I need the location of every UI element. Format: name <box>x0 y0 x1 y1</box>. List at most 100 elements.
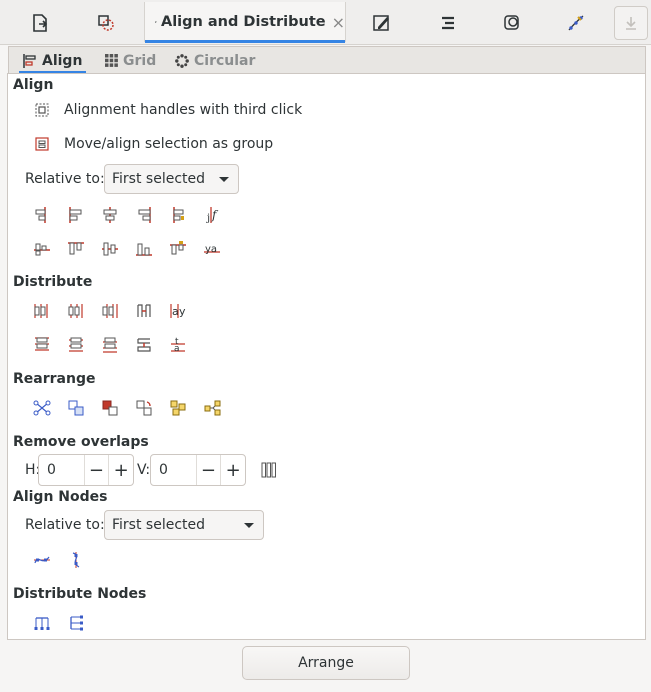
arrange-button[interactable]: Arrange <box>242 646 410 680</box>
option-alignment-handles[interactable]: Alignment handles with third click <box>34 102 302 118</box>
subtab-circular[interactable]: Circular <box>175 47 255 74</box>
v-gap-value[interactable]: 0 <box>151 462 196 478</box>
remove-overlaps-icon <box>261 462 276 478</box>
randomize-positions-button[interactable] <box>161 394 195 422</box>
circular-icon <box>175 53 189 68</box>
align-left-to-right-edge-button[interactable] <box>161 201 195 229</box>
section-title-align-nodes: Align Nodes <box>13 489 108 505</box>
subtab-circular-label: Circular <box>194 52 256 69</box>
section-title-distribute: Distribute <box>13 274 93 290</box>
nodes-horizontal-icon <box>34 556 50 564</box>
distribute-nodes-row <box>25 609 93 637</box>
exchange-selection-order-button[interactable] <box>59 394 93 422</box>
distribute-centers-horizontal-button[interactable] <box>59 297 93 325</box>
align-top-to-bottom-edge-button[interactable] <box>161 235 195 263</box>
svg-text:a: a <box>174 344 180 354</box>
h-gap-value[interactable]: 0 <box>39 462 84 478</box>
section-title-remove-overlaps: Remove overlaps <box>13 434 149 450</box>
nodes-relative-to-value: First selected <box>112 517 206 533</box>
nodes-relative-to-combo[interactable]: First selected <box>104 510 264 540</box>
align-left-edges-button[interactable] <box>59 201 93 229</box>
distribute-bottom-edges-button[interactable] <box>93 331 127 359</box>
distribute-right-icon <box>102 304 118 318</box>
center-vertical-axis-button[interactable] <box>93 201 127 229</box>
align-bottom-edges-button[interactable] <box>127 235 161 263</box>
h-gap-increment-button[interactable]: + <box>108 455 133 485</box>
distribute-right-edges-button[interactable] <box>93 297 127 325</box>
transform-icon <box>98 15 114 31</box>
align-text-anchors-horizontal-button[interactable]: fj <box>195 201 229 229</box>
move-group-icon <box>35 137 49 151</box>
v-gap-increment-button[interactable]: + <box>220 455 245 485</box>
h-gap-decrement-button[interactable]: − <box>83 455 109 485</box>
svg-text:j: j <box>206 213 210 224</box>
randomize-icon <box>170 400 186 416</box>
distribute-row-2: ta <box>25 331 195 359</box>
distribute-row-1: ay <box>25 297 195 325</box>
relative-to-combo[interactable]: First selected <box>104 164 239 194</box>
align-left-anchor-icon <box>173 207 184 223</box>
subtab-grid[interactable]: Grid <box>105 47 156 74</box>
chevron-down-icon <box>244 523 254 528</box>
align-baselines-button[interactable]: ya <box>195 235 229 263</box>
dock-tab-path-effects[interactable] <box>556 6 596 40</box>
align-nodes-row <box>25 546 93 574</box>
subtab-grid-label: Grid <box>123 52 157 69</box>
dock-tab-transform[interactable] <box>86 6 126 40</box>
distribute-centers-vertical-button[interactable] <box>59 331 93 359</box>
graph-layout-button[interactable] <box>25 394 59 422</box>
section-title-align: Align <box>13 77 54 93</box>
h-gap-spinbox[interactable]: 0 − + <box>38 454 134 486</box>
unclump-objects-button[interactable] <box>195 394 229 422</box>
rearrange-row <box>25 394 229 422</box>
v-gap-spinbox[interactable]: 0 − + <box>150 454 246 486</box>
exchange-z-order-button[interactable] <box>93 394 127 422</box>
distribute-top-edges-button[interactable] <box>25 331 59 359</box>
align-left-edges-icon <box>69 207 82 223</box>
distribute-left-edges-button[interactable] <box>25 297 59 325</box>
align-icon <box>23 53 36 68</box>
graph-network-icon <box>33 400 51 416</box>
distribute-text-anchors-horizontal-button[interactable]: ay <box>161 297 195 325</box>
align-nodes-horizontal-button[interactable] <box>25 546 59 574</box>
chevron-down-icon <box>219 177 229 182</box>
dock-tab-title: Align and Distribute <box>160 14 326 30</box>
distribute-left-icon <box>34 304 48 318</box>
svg-text:ya: ya <box>205 244 217 255</box>
exchange-clockwise-button[interactable] <box>127 394 161 422</box>
subtab-align[interactable]: Align <box>18 47 87 74</box>
dock-menu-button[interactable] <box>614 6 648 40</box>
distribute-gaps-horizontal-button[interactable] <box>127 297 161 325</box>
grid-icon <box>105 54 118 67</box>
align-right-edges-button[interactable] <box>127 201 161 229</box>
arrange-button-label: Arrange <box>298 655 354 671</box>
remove-overlaps-button[interactable] <box>255 456 283 484</box>
align-right-edges-icon <box>138 207 151 223</box>
option-move-as-group[interactable]: Move/align selection as group <box>34 136 273 152</box>
distribute-gaps-vertical-button[interactable] <box>127 331 161 359</box>
exchange-clockwise-icon <box>136 400 152 416</box>
dock-tab-xml-editor[interactable] <box>362 6 402 40</box>
distribute-nodes-horizontal-button[interactable] <box>25 609 59 637</box>
align-bottom-to-top-edge-button[interactable] <box>25 235 59 263</box>
align-distribute-icon <box>155 21 157 23</box>
align-top-edges-button[interactable] <box>59 235 93 263</box>
path-effects-icon <box>568 15 584 31</box>
dock-tab-document-properties[interactable] <box>20 6 60 40</box>
nodes-vertical-icon <box>72 552 80 568</box>
section-title-rearrange: Rearrange <box>13 371 96 387</box>
v-gap-decrement-button[interactable]: − <box>195 455 221 485</box>
exchange-order-icon <box>68 400 84 416</box>
align-right-to-left-edge-button[interactable] <box>25 201 59 229</box>
dock-tab-objects[interactable] <box>492 6 532 40</box>
alignment-handles-icon <box>35 103 49 117</box>
dock-tab-align-distribute[interactable]: Align and Distribute × <box>144 2 346 43</box>
distribute-baselines-vertical-button[interactable]: ta <box>161 331 195 359</box>
close-icon[interactable]: × <box>332 13 345 32</box>
center-horizontal-axis-button[interactable] <box>93 235 127 263</box>
distribute-nodes-vertical-button[interactable] <box>59 609 93 637</box>
objects-icon <box>504 15 519 30</box>
unclump-icon <box>204 400 221 416</box>
align-nodes-vertical-button[interactable] <box>59 546 93 574</box>
dock-tab-layers[interactable] <box>428 6 468 40</box>
